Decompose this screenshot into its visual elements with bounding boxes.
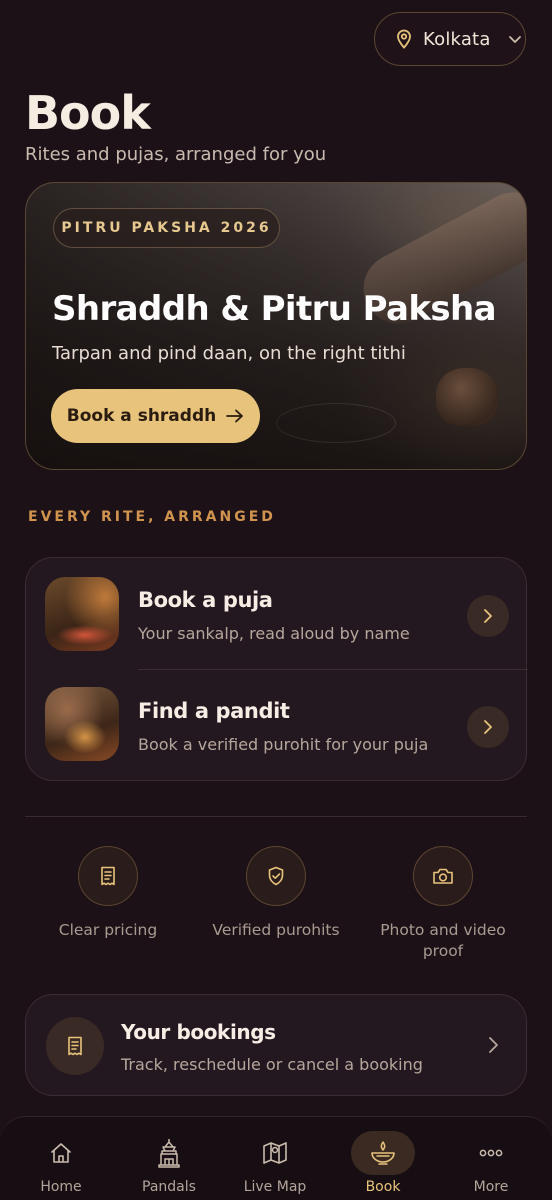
tab-live-map[interactable]: Live Map (220, 1117, 330, 1200)
hero-title: Shraddh & Pitru Paksha (52, 289, 497, 329)
location-city: Kolkata (423, 28, 491, 50)
tab-label: Pandals (142, 1179, 196, 1195)
find-pandit-row[interactable]: Find a pandit Book a verified purohit fo… (26, 669, 526, 780)
pandit-thumbnail (45, 687, 119, 761)
bookings-title: Your bookings (121, 1020, 276, 1044)
chevron-right-icon (484, 609, 492, 623)
book-puja-row[interactable]: Book a puja Your sankalp, read aloud by … (26, 558, 526, 669)
feature-label: Verified purohits (212, 921, 340, 939)
arrow-right-icon (226, 409, 244, 423)
bookings-description: Track, reschedule or cancel a booking (121, 1055, 423, 1074)
feature-label: Photo and video proof (380, 921, 506, 960)
tab-label: Book (365, 1179, 401, 1195)
tab-label: More (473, 1179, 509, 1195)
shraddh-hero-card[interactable]: PITRU PAKSHA 2026 Shraddh & Pitru Paksha… (25, 182, 527, 470)
location-selector[interactable]: Kolkata (374, 12, 526, 66)
section-divider (25, 816, 527, 817)
page-title: Book (25, 86, 151, 140)
tab-pandals[interactable]: Pandals (114, 1117, 224, 1200)
page-subtitle: Rites and pujas, arranged for you (25, 144, 327, 165)
book-shraddh-label: Book a shraddh (66, 406, 217, 426)
feature-clear-pricing: Clear pricing (23, 846, 193, 941)
rites-card: Book a puja Your sankalp, read aloud by … (25, 557, 528, 781)
diya-icon (351, 1131, 415, 1175)
hero-subtitle: Tarpan and pind daan, on the right tithi (52, 343, 406, 364)
hero-badge: PITRU PAKSHA 2026 (53, 208, 280, 248)
camera-icon (413, 846, 473, 906)
rite-description: Book a verified purohit for your puja (138, 735, 429, 754)
shield-check-icon (246, 846, 306, 906)
your-bookings-card[interactable]: Your bookings Track, reschedule or cance… (25, 994, 527, 1096)
puja-thumbnail (45, 577, 119, 651)
tab-label: Live Map (243, 1179, 307, 1195)
section-label: EVERY RITE, ARRANGED (28, 509, 276, 525)
find-pandit-chevron-button[interactable] (467, 706, 509, 748)
bottom-tab-bar: Home Pandals Live Map Book More (0, 1116, 552, 1200)
feature-verified-purohits: Verified purohits (191, 846, 361, 941)
chevron-right-icon (484, 720, 492, 734)
chevron-right-icon (489, 1037, 498, 1053)
tab-more[interactable]: More (436, 1117, 546, 1200)
rite-description: Your sankalp, read aloud by name (138, 624, 410, 643)
receipt-icon (46, 1017, 104, 1075)
location-pin-icon (397, 29, 411, 49)
feature-label: Clear pricing (58, 921, 158, 939)
rite-title: Book a puja (138, 588, 273, 612)
home-icon (37, 1131, 85, 1175)
feature-photo-video-proof: Photo and video proof (358, 846, 528, 962)
book-puja-chevron-button[interactable] (467, 595, 509, 637)
tab-label: Home (40, 1179, 82, 1195)
tab-home[interactable]: Home (6, 1117, 116, 1200)
pandal-icon (145, 1131, 193, 1175)
chevron-down-icon (508, 36, 521, 43)
map-icon (251, 1131, 299, 1175)
rite-title: Find a pandit (138, 699, 290, 723)
more-icon (467, 1131, 515, 1175)
book-shraddh-button[interactable]: Book a shraddh (51, 389, 260, 443)
tab-book[interactable]: Book (328, 1117, 438, 1200)
receipt-icon (78, 846, 138, 906)
